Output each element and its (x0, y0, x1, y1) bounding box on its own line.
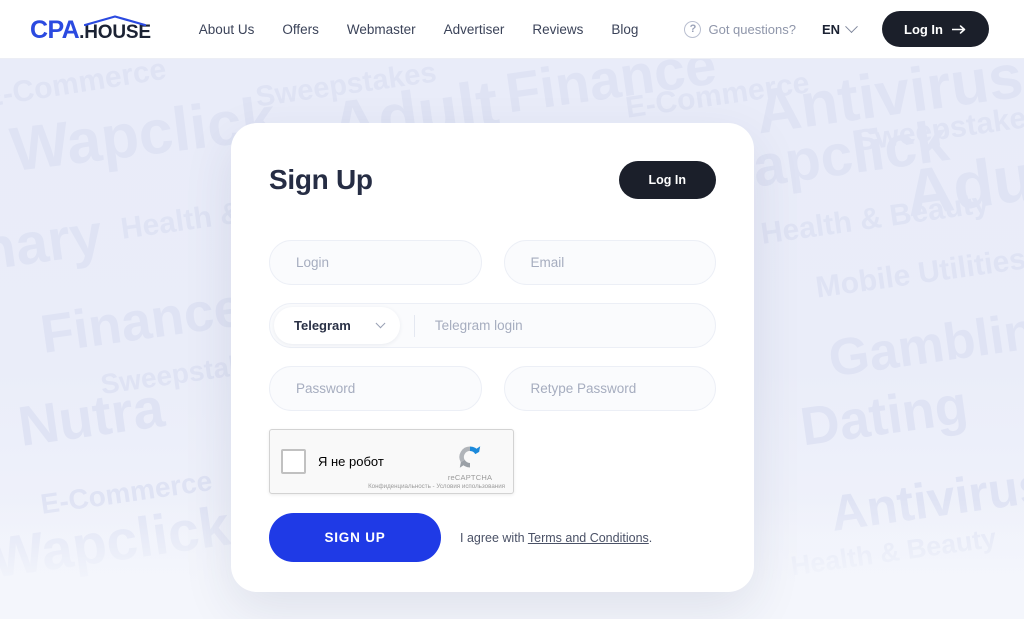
watermark-text: Gambling (825, 297, 1024, 389)
got-questions-link[interactable]: ? Got questions? (684, 20, 796, 38)
chevron-down-icon (375, 318, 386, 329)
agreement-suffix: . (648, 530, 653, 545)
password-input[interactable]: Password (269, 366, 482, 411)
main-navigation: About Us Offers Webmaster Advertiser Rev… (199, 22, 639, 37)
recaptcha-brand-group: reCAPTCHA (438, 442, 502, 482)
logo-house-group: .HOUSE (79, 15, 151, 43)
card-header: Sign Up Log In (269, 161, 716, 199)
nav-item-blog[interactable]: Blog (611, 22, 638, 37)
watermark-text: Health & Beauty (758, 186, 992, 251)
header-actions: ? Got questions? EN Log In (684, 11, 989, 47)
agreement-prefix: I agree with (460, 530, 528, 545)
recaptcha-logo-icon (459, 445, 481, 468)
header-login-button[interactable]: Log In (882, 11, 989, 47)
login-input[interactable]: Login (269, 240, 482, 285)
nav-item-offers[interactable]: Offers (282, 22, 319, 37)
messenger-login-input[interactable]: Telegram login (415, 318, 711, 333)
watermark-text: Dating (796, 374, 972, 458)
house-roof-icon (84, 15, 147, 26)
site-header: CPA .HOUSE About Us Offers Webmaster Adv… (0, 0, 1024, 59)
card-login-button[interactable]: Log In (618, 161, 716, 199)
page-title: Sign Up (269, 164, 373, 195)
watermark-text: Finance (36, 277, 248, 365)
recaptcha-checkbox[interactable] (281, 449, 306, 474)
chevron-down-icon (845, 19, 858, 33)
watermark-text: nary (0, 201, 107, 284)
signup-card: Sign Up Log In Login Email Telegram Tele… (231, 123, 754, 592)
nav-item-webmaster[interactable]: Webmaster (347, 22, 416, 37)
language-switcher[interactable]: EN (821, 19, 858, 37)
site-logo[interactable]: CPA .HOUSE (30, 15, 151, 43)
row-passwords: Password Retype Password (269, 366, 716, 411)
messenger-select[interactable]: Telegram (274, 307, 400, 344)
agreement-text: I agree with Terms and Conditions. (460, 531, 652, 545)
header-login-label: Log In (904, 21, 943, 37)
nav-item-advertiser[interactable]: Advertiser (444, 22, 505, 37)
submit-row: SIGN UP I agree with Terms and Condition… (269, 513, 716, 562)
retype-password-input[interactable]: Retype Password (503, 366, 716, 411)
recaptcha-terms[interactable]: Конфиденциальность - Условия использован… (368, 483, 505, 490)
row-login-email: Login Email (269, 240, 716, 285)
messenger-select-value: Telegram (294, 318, 351, 333)
messenger-row: Telegram Telegram login (269, 303, 716, 348)
recaptcha-label: Я не робот (318, 454, 384, 469)
signup-button[interactable]: SIGN UP (269, 513, 441, 562)
terms-and-conditions-link[interactable]: Terms and Conditions (528, 531, 649, 545)
recaptcha-brand: reCAPTCHA (447, 472, 493, 482)
language-value: EN (821, 21, 840, 37)
watermark-text: Mobile Utilities (813, 242, 1024, 305)
logo-text-cpa: CPA (30, 16, 80, 44)
nav-item-about-us[interactable]: About Us (199, 22, 255, 37)
nav-item-reviews[interactable]: Reviews (532, 22, 583, 37)
email-input[interactable]: Email (503, 240, 716, 285)
recaptcha-widget: Я не робот reCAPTCHA Конфиденциальность … (269, 429, 514, 494)
arrow-right-icon (952, 24, 966, 34)
got-questions-label: Got questions? (708, 21, 796, 37)
question-circle-icon: ? (684, 20, 702, 38)
